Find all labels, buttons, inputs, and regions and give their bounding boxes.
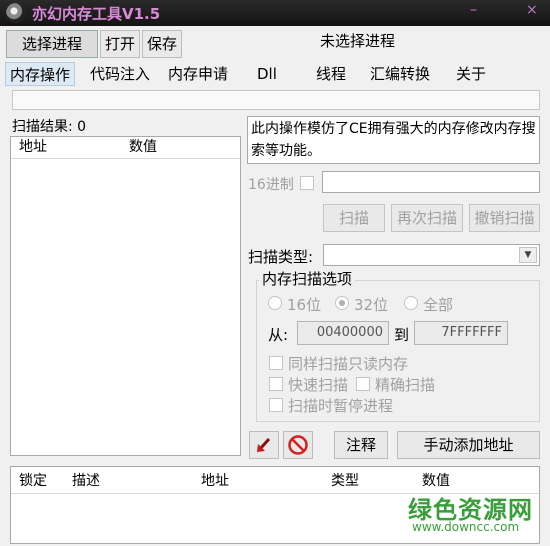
open-button[interactable]: 打开 xyxy=(100,30,140,58)
menu-bar: 内存操作 代码注入 内存申请 Dll 线程 汇编转换 关于 xyxy=(0,62,550,86)
radio-all[interactable] xyxy=(404,296,418,310)
scan-button[interactable]: 扫描 xyxy=(323,204,385,232)
select-process-button[interactable]: 选择进程 xyxy=(6,30,98,58)
chevron-down-icon[interactable]: ▼ xyxy=(519,247,537,263)
column-header-lock[interactable]: 锁定 xyxy=(19,471,47,491)
tab-about[interactable]: 关于 xyxy=(452,62,490,86)
pause-process-label: 扫描时暂停进程 xyxy=(288,397,394,415)
tab-memory-alloc[interactable]: 内存申请 xyxy=(164,62,232,86)
column-header-value[interactable]: 数值 xyxy=(422,471,450,491)
hex-label: 16进制 xyxy=(248,177,294,193)
scan-type-label: 扫描类型: xyxy=(248,248,314,266)
column-header-address[interactable]: 地址 xyxy=(201,471,229,491)
save-button[interactable]: 保存 xyxy=(142,30,182,58)
scan-value-input[interactable] xyxy=(322,171,540,193)
scan-results-list[interactable]: 地址 数值 xyxy=(10,136,241,456)
hex-checkbox[interactable] xyxy=(300,176,314,190)
from-address-input[interactable]: 00400000 xyxy=(297,321,389,345)
scan-result-count: 扫描结果: 0 xyxy=(12,119,87,135)
clear-list-button[interactable] xyxy=(283,431,313,459)
exact-scan-label: 精确扫描 xyxy=(375,376,436,394)
to-address-input[interactable]: 7FFFFFFF xyxy=(414,321,508,345)
column-header-description[interactable]: 描述 xyxy=(72,471,100,491)
fast-scan-checkbox[interactable] xyxy=(269,377,283,391)
title-bar: 亦幻内存工具V1.5 – × xyxy=(0,0,550,26)
rescan-button[interactable]: 再次扫描 xyxy=(391,204,463,232)
minimize-button[interactable]: – xyxy=(470,2,477,18)
process-status: 未选择进程 xyxy=(320,32,396,50)
radio-32bit-label: 32位 xyxy=(354,296,389,314)
watermark-url: www.downcc.com xyxy=(412,520,520,534)
fast-scan-label: 快速扫描 xyxy=(288,376,349,394)
red-arrow-icon xyxy=(257,437,271,452)
tab-code-inject[interactable]: 代码注入 xyxy=(86,62,154,86)
add-to-list-button[interactable] xyxy=(249,431,279,459)
scan-options-title: 内存扫描选项 xyxy=(259,268,356,289)
close-button[interactable]: × xyxy=(526,2,538,18)
column-header-value[interactable]: 数值 xyxy=(129,137,157,157)
tab-thread[interactable]: 线程 xyxy=(312,62,350,86)
radio-16bit[interactable] xyxy=(268,296,282,310)
radio-32bit[interactable] xyxy=(335,296,349,310)
scan-type-select[interactable]: ▼ xyxy=(323,244,540,266)
app-logo-icon xyxy=(6,3,26,23)
header-divider xyxy=(11,158,240,159)
tab-asm-convert[interactable]: 汇编转换 xyxy=(366,62,434,86)
comment-button[interactable]: 注释 xyxy=(334,431,388,459)
column-header-address[interactable]: 地址 xyxy=(19,137,47,157)
to-label: 到 xyxy=(394,326,410,344)
window-title: 亦幻内存工具V1.5 xyxy=(32,5,161,23)
column-header-type[interactable]: 类型 xyxy=(331,471,359,491)
pause-process-checkbox[interactable] xyxy=(269,398,283,412)
radio-all-label: 全部 xyxy=(423,296,454,314)
readonly-memory-checkbox[interactable] xyxy=(269,356,283,370)
tab-dll[interactable]: Dll xyxy=(253,62,281,86)
exact-scan-checkbox[interactable] xyxy=(356,377,370,391)
radio-16bit-label: 16位 xyxy=(287,296,322,314)
feature-description: 此内操作模仿了CE拥有强大的内存修改内存搜索等功能。 xyxy=(247,116,540,164)
add-address-button[interactable]: 手动添加地址 xyxy=(397,431,540,459)
radio-selected-dot xyxy=(339,300,345,306)
scan-progress-bar xyxy=(12,90,540,110)
readonly-memory-label: 同样扫描只读内存 xyxy=(288,355,409,373)
from-label: 从: xyxy=(268,326,289,344)
undo-scan-button[interactable]: 撤销扫描 xyxy=(469,204,540,232)
prohibit-icon xyxy=(288,435,308,455)
tab-memory-ops[interactable]: 内存操作 xyxy=(5,62,76,86)
